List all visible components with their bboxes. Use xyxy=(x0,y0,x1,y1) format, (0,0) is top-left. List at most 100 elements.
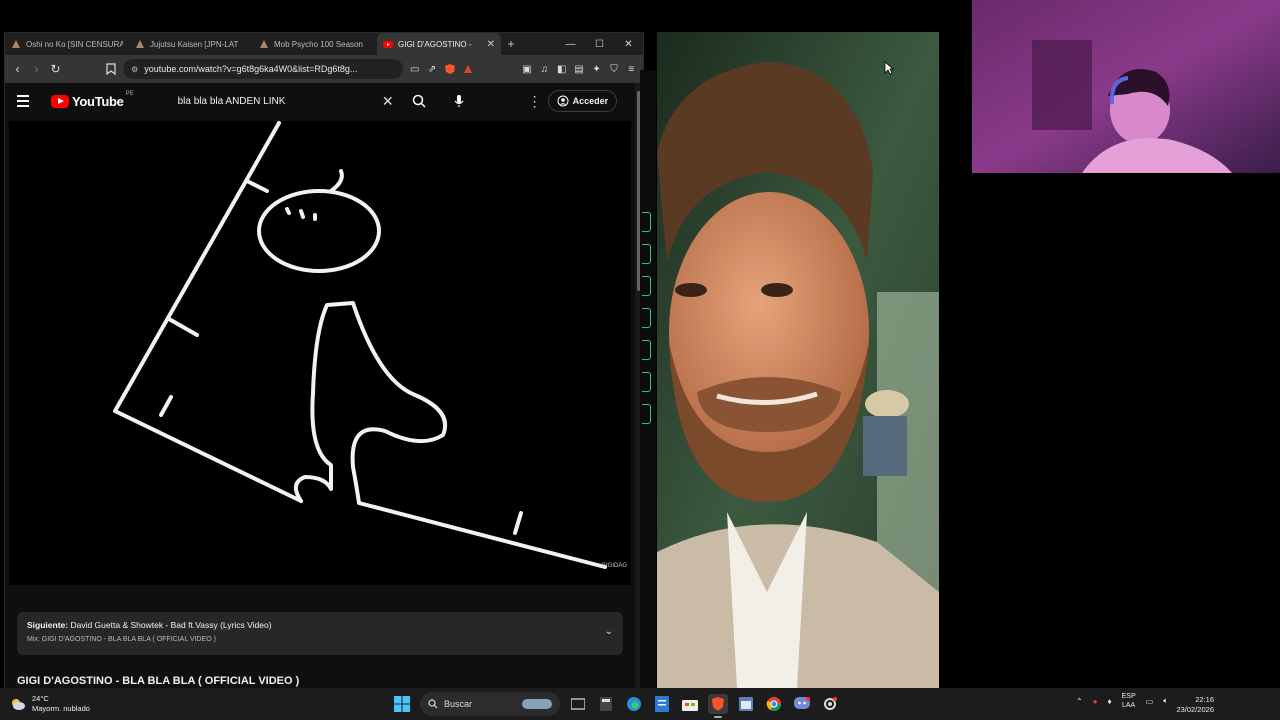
microphone-icon[interactable]: ♦ xyxy=(1108,697,1112,706)
background-window-edge xyxy=(640,70,656,690)
portrait-photo xyxy=(657,32,939,688)
lang-top: ESP xyxy=(1121,693,1136,700)
brave-rewards-icon[interactable] xyxy=(462,62,473,76)
youtube-icon xyxy=(383,41,393,48)
search-highlight-icon xyxy=(522,699,552,709)
mix-title: Mix: GIGI D'AGOSTINO - BLA BLA BLA ( OFF… xyxy=(27,636,216,643)
music-icon[interactable]: ♫ xyxy=(539,62,550,76)
weather-widget[interactable]: 24°C Mayorm. nublado xyxy=(10,694,90,714)
tab-jujutsu-kaisen[interactable]: Jujutsu Kaisen [JPN-LAT xyxy=(129,33,253,55)
share-icon[interactable]: ⇗ xyxy=(426,62,437,76)
up-next-prefix: Siguiente: xyxy=(27,620,69,630)
site-info-icon[interactable]: ⚙ xyxy=(131,65,138,74)
stick-figure-drawing xyxy=(113,121,607,569)
active-app-indicator xyxy=(714,716,722,718)
wallet-icon[interactable]: ▤ xyxy=(573,62,584,76)
sign-in-button[interactable]: Acceder xyxy=(547,90,618,112)
screen: Oshi no Ko [SIN CENSURA Jujutsu Kaisen [… xyxy=(0,0,1280,720)
brave-browser-icon[interactable] xyxy=(708,694,728,718)
close-tab-icon[interactable]: ✕ xyxy=(487,39,495,50)
calendar-icon[interactable] xyxy=(736,694,756,714)
back-button[interactable]: ‹ xyxy=(11,61,24,77)
tab-label: Mob Psycho 100 Season xyxy=(274,39,363,49)
youtube-play-icon xyxy=(51,94,69,108)
windows-taskbar: 24°C Mayorm. nublado Buscar ⌃ ● ♦ ESP LA… xyxy=(0,688,1280,720)
bookmark-icon[interactable] xyxy=(104,61,117,77)
clear-search-icon[interactable]: ✕ xyxy=(382,93,394,110)
files-icon[interactable] xyxy=(652,694,672,714)
edge-marker xyxy=(642,340,651,360)
network-icon[interactable]: ▭ xyxy=(1146,697,1154,706)
up-next-line: Siguiente: David Guetta & Showtek - Bad … xyxy=(27,620,613,630)
chevron-down-icon[interactable]: ⌄ xyxy=(605,626,613,637)
search-query: bla bla bla ANDEN LINK xyxy=(177,95,286,107)
menu-icon[interactable]: ≡ xyxy=(626,62,637,76)
system-tray: ⌃ ● ♦ ESP LAA ▭ 🔈︎ xyxy=(1076,692,1168,710)
video-player[interactable]: GIGIDAG xyxy=(9,121,631,585)
search-icon xyxy=(428,699,438,709)
youtube-header: YouTube PE bla bla bla ANDEN LINK ✕ ⋮ Ac… xyxy=(5,83,643,119)
language-indicator[interactable]: ESP LAA xyxy=(1122,692,1136,710)
cast-icon[interactable]: ▭ xyxy=(409,62,420,76)
brave-shields-icon[interactable] xyxy=(444,62,456,76)
edge-marker xyxy=(642,276,651,296)
new-tab-button[interactable]: + xyxy=(501,37,521,51)
tab-mob-psycho[interactable]: Mob Psycho 100 Season xyxy=(253,33,377,55)
tab-bar: Oshi no Ko [SIN CENSURA Jujutsu Kaisen [… xyxy=(5,33,643,55)
browser-window: Oshi no Ko [SIN CENSURA Jujutsu Kaisen [… xyxy=(4,32,644,689)
discord-icon[interactable] xyxy=(792,694,812,714)
clock[interactable]: 22:16 23/02/2026 xyxy=(1176,695,1214,715)
app-tray-icon[interactable]: ● xyxy=(1093,697,1098,706)
microphone-icon xyxy=(454,95,464,107)
show-hidden-icons-icon[interactable]: ⌃ xyxy=(1076,697,1083,706)
vpn-icon[interactable]: ⛉ xyxy=(608,62,619,76)
taskbar-search-label: Buscar xyxy=(444,699,473,709)
close-window-button[interactable]: ✕ xyxy=(614,33,643,55)
youtube-logo[interactable]: YouTube PE xyxy=(51,91,134,109)
anime-site-icon xyxy=(260,40,268,48)
tab-oshi-no-ko[interactable]: Oshi no Ko [SIN CENSURA xyxy=(5,33,129,55)
hamburger-menu-icon[interactable] xyxy=(17,95,37,107)
chrome-icon[interactable] xyxy=(764,694,784,714)
edge-marker xyxy=(642,212,651,232)
reload-button[interactable]: ↻ xyxy=(49,61,62,77)
task-view-icon[interactable] xyxy=(568,694,588,714)
calculator-icon[interactable] xyxy=(596,694,616,714)
tab-label: Oshi no Ko [SIN CENSURA xyxy=(26,39,123,49)
taskbar-search[interactable]: Buscar xyxy=(420,692,560,716)
more-options-icon[interactable]: ⋮ xyxy=(528,93,542,110)
clock-time: 22:16 xyxy=(1195,695,1214,704)
edge-icon[interactable] xyxy=(624,694,644,714)
url-text: youtube.com/watch?v=g6t8g6ka4W0&list=RDg… xyxy=(144,64,358,74)
voice-search-button[interactable] xyxy=(448,90,470,112)
extensions-icon[interactable]: ✦ xyxy=(591,62,602,76)
edge-marker xyxy=(642,308,651,328)
search-box[interactable]: bla bla bla ANDEN LINK ✕ xyxy=(170,89,402,113)
minimize-button[interactable]: — xyxy=(556,33,585,55)
settings-gear-icon[interactable] xyxy=(820,694,840,714)
up-next-title: David Guetta & Showtek - Bad ft.Vassy (L… xyxy=(70,620,272,630)
volume-icon[interactable]: 🔈︎ xyxy=(1163,696,1168,706)
media-icon[interactable]: ▣ xyxy=(521,62,532,76)
weather-desc: Mayorm. nublado xyxy=(32,704,90,713)
video-watermark: GIGIDAG xyxy=(601,563,627,569)
tab-label: GIGI D'AGOSTINO - xyxy=(398,39,472,49)
weather-temp: 24°C xyxy=(32,694,49,703)
account-icon xyxy=(557,95,569,107)
windows-start-icon[interactable] xyxy=(392,694,412,714)
window-controls: — ☐ ✕ xyxy=(556,33,643,55)
lang-bottom: LAA xyxy=(1122,702,1136,709)
maximize-button[interactable]: ☐ xyxy=(585,33,614,55)
store-icon[interactable] xyxy=(680,694,700,714)
url-field[interactable]: ⚙ youtube.com/watch?v=g6t8g6ka4W0&list=R… xyxy=(123,59,403,79)
edge-marker xyxy=(642,404,651,424)
search-button[interactable] xyxy=(406,89,432,113)
tab-gigi-dagostino[interactable]: GIGI D'AGOSTINO - ✕ xyxy=(377,33,501,55)
address-bar: ‹ › ↻ ⚙ youtube.com/watch?v=g6t8g6ka4W0&… xyxy=(5,55,643,83)
sidebar-icon[interactable]: ◧ xyxy=(556,62,567,76)
up-next-panel[interactable]: Siguiente: David Guetta & Showtek - Bad … xyxy=(17,612,623,655)
forward-button[interactable]: › xyxy=(30,61,43,77)
edge-marker xyxy=(642,244,651,264)
taskbar-apps: Buscar xyxy=(392,692,840,718)
edge-marker xyxy=(642,372,651,392)
